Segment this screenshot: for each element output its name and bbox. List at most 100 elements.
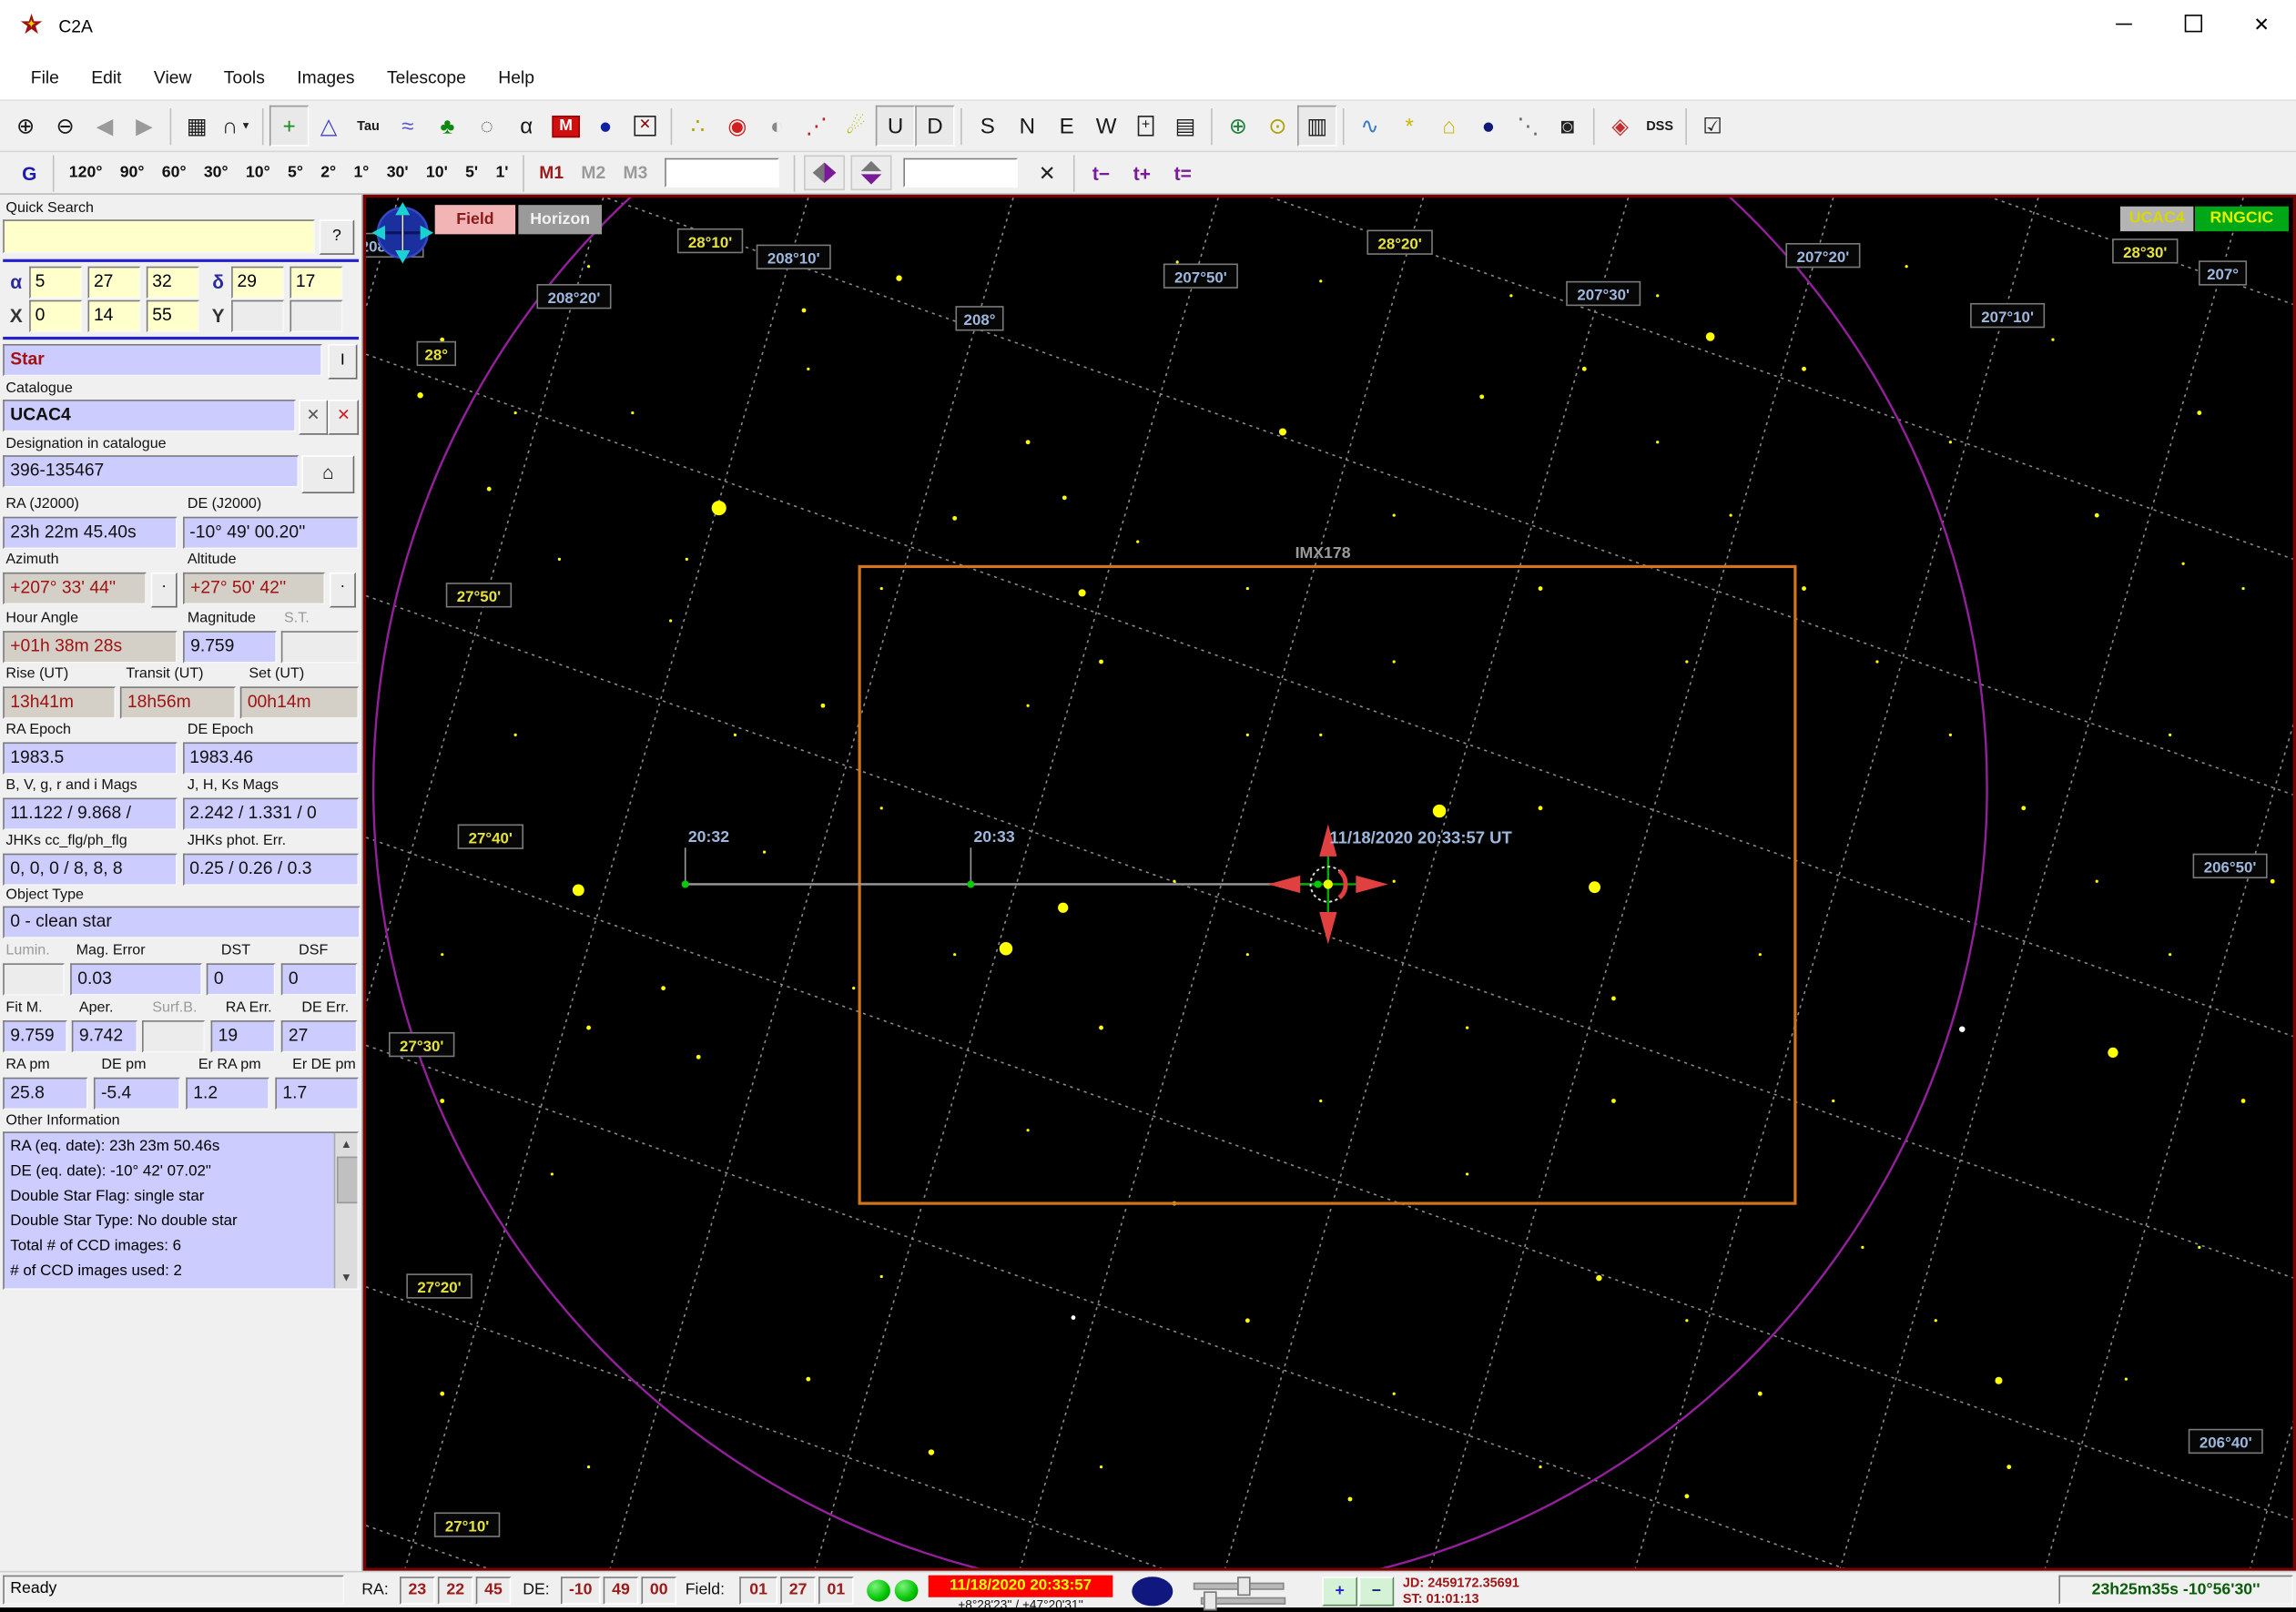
fov-button-1min[interactable]: 1' [487, 159, 517, 186]
y2-input[interactable] [290, 299, 343, 333]
zoom-in-icon[interactable]: ⊕ [5, 106, 45, 147]
forward-icon[interactable]: ▶ [125, 106, 164, 147]
star-cluster-icon[interactable]: ∴ [678, 106, 717, 147]
sky-map[interactable]: IMX178 20:32 20:33 11/18/2020 20:33:57 UT 20… [362, 194, 2296, 1571]
chevron-down-icon[interactable]: ▼ [240, 121, 250, 131]
menu-tools[interactable]: Tools [208, 62, 280, 94]
close-button[interactable]: ✕ [2227, 0, 2296, 46]
de-minutes-input[interactable]: 17 [290, 266, 343, 299]
de-degrees-input[interactable]: 29 [231, 266, 285, 299]
menu-file[interactable]: File [15, 62, 75, 94]
object-search-input-1[interactable] [665, 157, 780, 188]
help-button[interactable]: ? [319, 219, 355, 255]
observatory-icon[interactable]: ⌂ [1429, 106, 1468, 147]
north-icon[interactable]: N [1008, 106, 1047, 147]
other-info-box[interactable]: RA (eq. date): 23h 23m 50.46s DE (eq. dat… [3, 1131, 360, 1291]
clock-icon[interactable]: ⊙ [1258, 106, 1297, 147]
time-minus-button[interactable]: − [1358, 1577, 1395, 1607]
scroll-down-icon[interactable]: ▼ [335, 1266, 357, 1288]
flip-horizontal-button[interactable] [804, 155, 846, 191]
clear-search-button[interactable]: ✕ [1027, 160, 1068, 185]
planets-icon[interactable]: ⋰ [797, 106, 836, 147]
quick-search-input[interactable] [3, 219, 315, 254]
menu-telescope[interactable]: Telescope [371, 62, 482, 94]
menu-help[interactable]: Help [483, 62, 551, 94]
scroll-up-icon[interactable]: ▲ [335, 1133, 357, 1155]
west-icon[interactable]: W [1086, 106, 1125, 147]
scroll-thumb[interactable] [336, 1156, 358, 1204]
fov-button-30min[interactable]: 30' [378, 159, 417, 186]
object-search-input-2[interactable] [903, 157, 1019, 188]
reticle-frame-icon[interactable]: ◈ [1600, 106, 1640, 147]
time-step-button-minus[interactable]: t− [1081, 159, 1122, 188]
wave-icon[interactable]: ∿ [1350, 106, 1389, 147]
grid-icon[interactable]: ▦ [178, 106, 217, 147]
y1-input[interactable] [231, 299, 285, 333]
slew-telescope-button[interactable]: ⌂ [301, 455, 355, 494]
tab-field[interactable]: Field [434, 205, 516, 235]
menu-edit[interactable]: Edit [76, 62, 138, 94]
fov-button-5min[interactable]: 5' [456, 159, 486, 186]
ra-minutes-input[interactable]: 27 [87, 266, 141, 299]
x2-input[interactable]: 14 [87, 299, 141, 333]
fov-button-10deg[interactable]: 10° [237, 159, 279, 186]
zoom-out-icon[interactable]: ⊖ [46, 106, 85, 147]
comet-icon[interactable]: ☄ [836, 106, 875, 147]
pan-icon[interactable]: + [1126, 106, 1165, 147]
dome-view-icon[interactable]: ∩ ▼ [217, 106, 256, 147]
altitude-adjust-button[interactable]: . [329, 572, 356, 608]
fov-circle-icon[interactable]: ◌ [467, 106, 506, 147]
catalogue-close-button[interactable]: ✕ [328, 400, 360, 435]
menu-view[interactable]: View [137, 62, 208, 94]
date-label-icon[interactable]: D [915, 105, 955, 147]
fov-button-120deg[interactable]: 120° [60, 159, 111, 186]
marker-button-m2[interactable]: M2 [573, 158, 615, 188]
field-center-icon[interactable]: + [269, 105, 310, 147]
fov-button-30deg[interactable]: 30° [195, 159, 237, 186]
fov-button-2deg[interactable]: 2° [312, 159, 345, 186]
time-plus-button[interactable]: + [1322, 1577, 1357, 1607]
fov-button-60deg[interactable]: 60° [153, 159, 195, 186]
milky-way-icon[interactable]: ≈ [388, 106, 427, 147]
sun-icon[interactable]: ◉ [717, 106, 757, 147]
info-button[interactable]: I [328, 343, 358, 380]
telescope-panel-icon[interactable]: ☑ [1692, 106, 1732, 147]
goto-button[interactable]: G [12, 159, 47, 188]
deep-sky-icon[interactable]: ● [585, 106, 625, 147]
time-step-button-plus[interactable]: t+ [1122, 159, 1163, 188]
nebula-outline-icon[interactable]: ✕ [625, 106, 665, 147]
x3-input[interactable]: 55 [146, 299, 199, 333]
constellation-lines-icon[interactable]: △ [309, 106, 348, 147]
dss-icon[interactable]: DSS [1640, 106, 1679, 147]
star-names-icon[interactable]: Tau [349, 106, 388, 147]
tab-horizon[interactable]: Horizon [518, 205, 603, 235]
marker-button-m1[interactable]: M1 [531, 158, 573, 188]
greek-labels-icon[interactable]: α [507, 106, 546, 147]
ra-hours-input[interactable]: 5 [29, 266, 83, 299]
back-icon[interactable]: ◀ [85, 106, 124, 147]
satellite-track-icon[interactable]: ⋱ [1509, 106, 1548, 147]
dark-ellipse-icon[interactable]: ● [1468, 106, 1508, 147]
catalog-badge-rngcic[interactable]: RNGCIC [2194, 206, 2289, 232]
x1-input[interactable]: 0 [29, 299, 83, 333]
messier-icon[interactable]: M [546, 106, 585, 147]
landscape-icon[interactable]: ♣ [428, 106, 467, 147]
sun-options-icon[interactable]: * [1389, 106, 1428, 147]
catalogue-prev-button[interactable]: ✕ [298, 400, 329, 435]
flip-vertical-button[interactable] [850, 155, 892, 191]
ra-seconds-input[interactable]: 32 [146, 266, 199, 299]
fov-button-10min[interactable]: 10' [417, 159, 456, 186]
time-slider-handle[interactable] [1237, 1577, 1251, 1597]
marker-button-m3[interactable]: M3 [615, 158, 656, 188]
object-panel-icon[interactable]: ▥ [1297, 105, 1337, 147]
speed-slider-handle[interactable] [1204, 1591, 1217, 1611]
horizon-box-icon[interactable]: ▤ [1165, 106, 1204, 147]
fov-button-90deg[interactable]: 90° [111, 159, 153, 186]
menu-images[interactable]: Images [281, 62, 371, 94]
moon-icon[interactable]: ◐ [757, 106, 797, 147]
time-step-button-now[interactable]: t= [1163, 159, 1204, 188]
camera-icon[interactable]: ◙ [1548, 106, 1587, 147]
minimize-button[interactable] [2089, 0, 2159, 46]
south-icon[interactable]: S [968, 106, 1007, 147]
fov-button-1deg[interactable]: 1° [345, 159, 378, 186]
